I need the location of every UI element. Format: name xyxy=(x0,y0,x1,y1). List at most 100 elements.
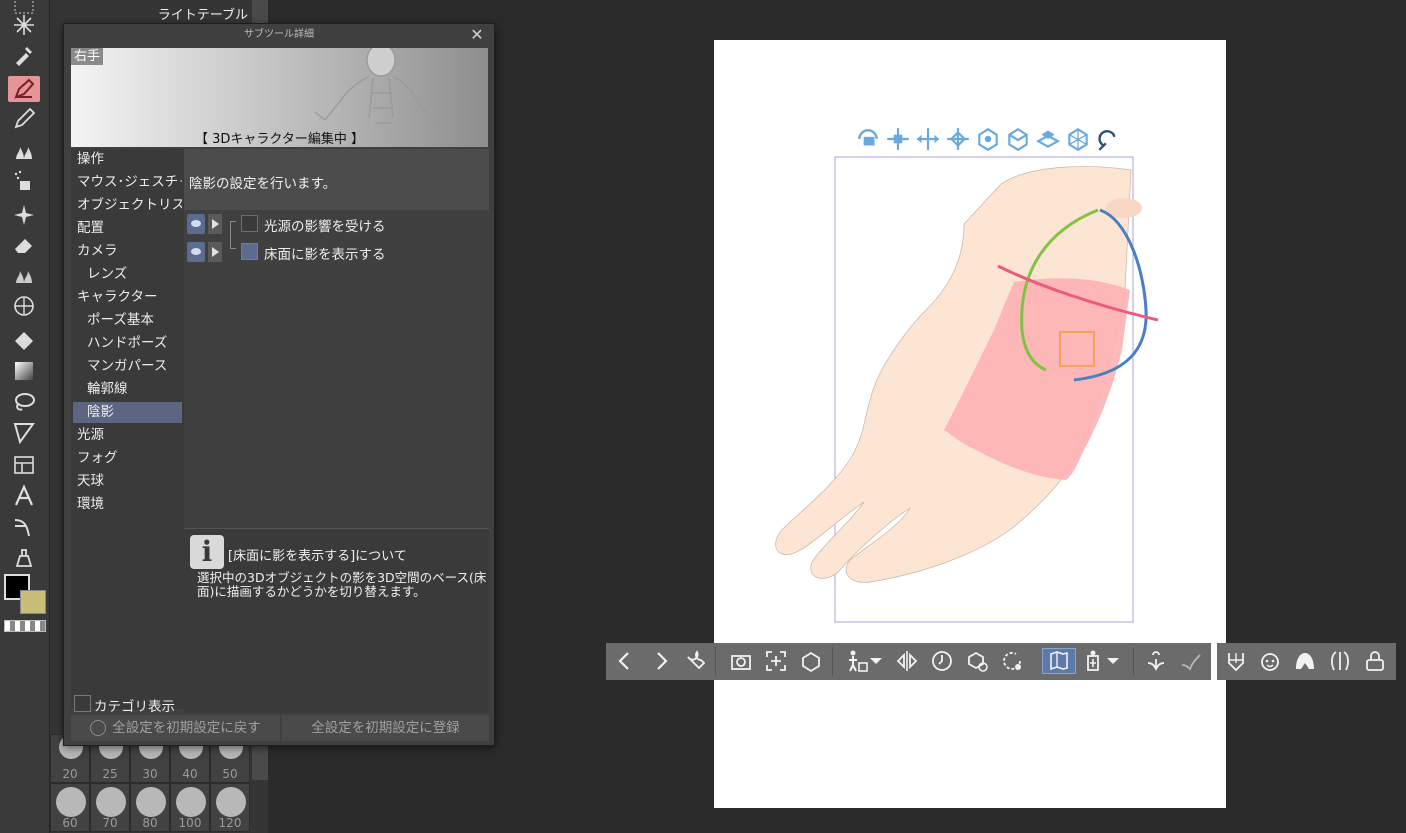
fit-icon[interactable] xyxy=(763,648,789,674)
body-icon[interactable] xyxy=(1327,648,1353,674)
expand-arrow-icon[interactable] xyxy=(208,242,222,262)
dialog-title: サブツール詳細 xyxy=(244,29,314,40)
light-table-label[interactable]: ライトテーブル xyxy=(158,4,248,23)
category-item[interactable]: マンガパース xyxy=(73,356,182,377)
info-panel: i [床面に影を表示する]について 選択中の3Dオブジェクトの影を3D空間のベー… xyxy=(184,528,489,713)
hand-pose-icon[interactable] xyxy=(1143,648,1169,674)
rotate-xy-icon[interactable] xyxy=(975,126,1001,152)
lasso-icon[interactable] xyxy=(8,389,40,415)
category-item[interactable]: 環境 xyxy=(73,494,182,515)
camera-pan-icon[interactable] xyxy=(885,126,911,152)
setting-label: 床面に影を表示する xyxy=(264,247,386,263)
info-icon: i xyxy=(190,535,224,569)
info-title: [床面に影を表示する]について xyxy=(228,549,407,564)
ruler-icon[interactable] xyxy=(8,514,40,540)
camera-dolly-icon[interactable] xyxy=(915,126,941,152)
category-item[interactable]: 操作 xyxy=(73,149,182,170)
preview-area: 右手 【 3Dキャラクター編集中 】 xyxy=(71,48,488,147)
gradient-icon[interactable] xyxy=(8,358,40,384)
pen-icon[interactable] xyxy=(8,76,40,102)
mirror-icon[interactable] xyxy=(894,648,920,674)
brush-size-cell[interactable]: 120 xyxy=(210,783,250,832)
chevron-down-icon[interactable] xyxy=(1105,648,1121,674)
setting-row-light-influence: 光源の影響を受ける xyxy=(184,212,484,236)
category-display-toggle[interactable]: カテゴリ表示 xyxy=(74,694,184,715)
sub-tool-detail-dialog: サブツール詳細 ✕ 右手 【 3Dキャラクター編集中 】 操作 マウス･ジェスチ… xyxy=(63,23,495,746)
snap-icon[interactable] xyxy=(1095,126,1121,152)
text-icon[interactable] xyxy=(8,483,40,509)
category-item[interactable]: マウス･ジェスチャー xyxy=(73,172,182,193)
category-item[interactable]: フォグ xyxy=(73,448,182,469)
category-item-selected[interactable]: 陰影 xyxy=(73,402,182,423)
light-influence-checkbox[interactable] xyxy=(241,215,258,232)
brush-size-grid: 20 25 30 40 50 60 70 80 100 120 xyxy=(50,734,254,833)
sub-color-swatch[interactable] xyxy=(20,590,46,614)
object-icon[interactable] xyxy=(8,545,40,571)
pose-add-icon[interactable] xyxy=(844,648,870,674)
camera-rotate-icon[interactable] xyxy=(855,126,881,152)
pencil-icon[interactable] xyxy=(8,106,40,132)
rotate-y-icon[interactable] xyxy=(1005,126,1031,152)
category-item[interactable]: 配置 xyxy=(73,218,182,239)
clock-icon[interactable] xyxy=(929,648,955,674)
category-item[interactable]: 光源 xyxy=(73,425,182,446)
eye-icon[interactable] xyxy=(187,242,205,262)
wrench-icon[interactable] xyxy=(682,648,708,674)
category-item[interactable]: キャラクター xyxy=(73,287,182,308)
brush-size-cell[interactable]: 100 xyxy=(170,783,210,832)
register-defaults-button[interactable]: 全設定を初期設定に登録 xyxy=(282,715,489,741)
rotate-plane-icon[interactable] xyxy=(1035,126,1061,152)
camera-icon[interactable] xyxy=(728,648,754,674)
category-item[interactable]: 天球 xyxy=(73,471,182,492)
brush-size-cell[interactable]: 80 xyxy=(130,783,170,832)
brush-icon[interactable] xyxy=(8,138,40,164)
category-list: 操作 マウス･ジェスチャー オブジェクトリスト 配置 カメラ レンズ キャラクタ… xyxy=(71,149,184,709)
ground-icon[interactable] xyxy=(798,648,824,674)
floor-icon[interactable] xyxy=(1042,648,1076,674)
airbrush-icon[interactable] xyxy=(8,168,40,194)
fill-icon[interactable] xyxy=(8,328,40,354)
figure-icon[interactable] xyxy=(8,293,40,319)
eye-icon[interactable] xyxy=(187,214,205,234)
rotate-all-icon[interactable] xyxy=(1065,126,1091,152)
preview-caption: 【 3Dキャラクター編集中 】 xyxy=(194,132,365,147)
move-icon[interactable] xyxy=(945,126,971,152)
body-shape-icon[interactable] xyxy=(1080,648,1106,674)
category-item[interactable]: ポーズ基本 xyxy=(73,310,182,331)
lock-icon[interactable] xyxy=(1362,648,1388,674)
category-item[interactable]: オブジェクトリスト xyxy=(73,195,182,216)
reset-rotation-icon[interactable] xyxy=(999,648,1025,674)
blend-icon[interactable] xyxy=(8,262,40,288)
eraser-icon[interactable] xyxy=(8,232,40,258)
frame-icon[interactable] xyxy=(8,420,40,446)
dialog-button-bar: 全設定を初期設定に戻す 全設定を初期設定に登録 xyxy=(71,715,489,741)
expand-arrow-icon[interactable] xyxy=(208,214,222,234)
head-icon[interactable] xyxy=(1223,648,1249,674)
prev-icon[interactable] xyxy=(612,648,638,674)
category-display-checkbox[interactable] xyxy=(74,695,91,712)
hair-icon[interactable] xyxy=(1292,648,1318,674)
brush-size-cell[interactable]: 60 xyxy=(50,783,90,832)
wand-icon[interactable] xyxy=(8,12,40,38)
tool-bar xyxy=(0,0,50,833)
next-icon[interactable] xyxy=(648,648,674,674)
close-icon[interactable]: ✕ xyxy=(468,26,486,44)
decoration-icon[interactable] xyxy=(8,202,40,228)
category-item[interactable]: ハンドポーズ xyxy=(73,333,182,354)
chevron-down-icon[interactable] xyxy=(868,648,884,674)
face-icon[interactable] xyxy=(1257,648,1283,674)
reset-defaults-button[interactable]: 全設定を初期設定に戻す xyxy=(71,715,280,741)
reset-icon xyxy=(90,720,107,736)
category-item[interactable]: 輪郭線 xyxy=(73,379,182,400)
category-display-label: カテゴリ表示 xyxy=(94,699,175,715)
balloon-icon[interactable] xyxy=(8,452,40,478)
hand-fix-icon[interactable] xyxy=(1177,648,1203,674)
category-item[interactable]: レンズ xyxy=(73,264,182,285)
transparent-color-swatch[interactable] xyxy=(4,620,46,632)
eyedropper-icon[interactable] xyxy=(8,42,40,68)
separator xyxy=(1133,647,1134,676)
floor-shadow-checkbox[interactable] xyxy=(241,243,258,260)
brush-size-cell[interactable]: 70 xyxy=(90,783,130,832)
category-item[interactable]: カメラ xyxy=(73,241,182,262)
save-object-icon[interactable] xyxy=(964,648,990,674)
